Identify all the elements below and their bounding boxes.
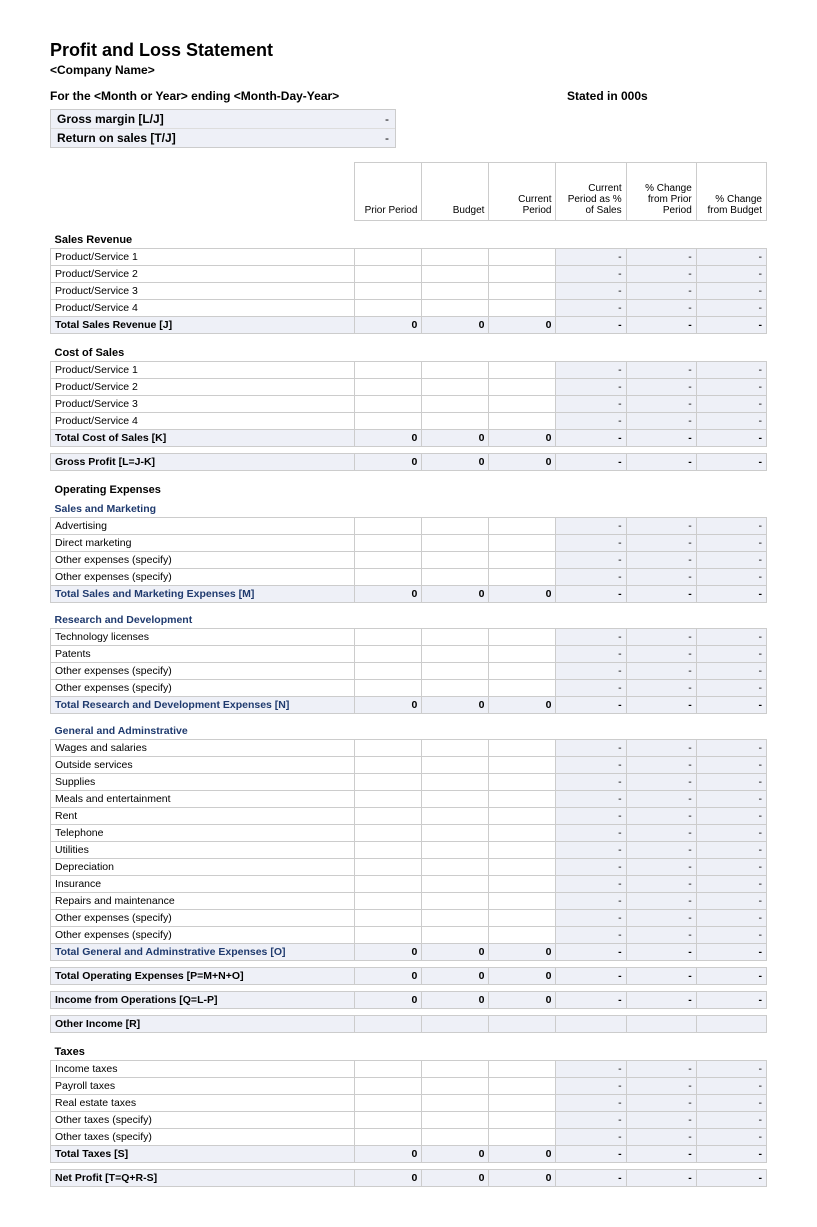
table-row: Real estate taxes--- — [51, 1095, 767, 1112]
return-on-sales-value: - — [293, 129, 395, 147]
table-row: Depreciation--- — [51, 859, 767, 876]
table-row: Product/Service 4--- — [51, 413, 767, 430]
summary-row: Income from Operations [Q=L-P]000--- — [51, 992, 767, 1009]
table-row: Other expenses (specify)--- — [51, 680, 767, 697]
period-text: For the <Month or Year> ending <Month-Da… — [50, 89, 567, 103]
table-row: Product/Service 3--- — [51, 396, 767, 413]
gross-margin-value: - — [293, 110, 395, 128]
table-row: Product/Service 1--- — [51, 249, 767, 266]
pnl-table: Prior Period Budget Current Period Curre… — [50, 162, 767, 1187]
table-row: Utilities--- — [51, 842, 767, 859]
stated-text: Stated in 000s — [567, 89, 767, 103]
summary-row: Gross Profit [L=J-K]000--- — [51, 454, 767, 471]
summary-row: Total Operating Expenses [P=M+N+O]000--- — [51, 968, 767, 985]
table-row: Other expenses (specify)--- — [51, 552, 767, 569]
return-on-sales-label: Return on sales [T/J] — [51, 129, 293, 147]
table-row: Other expenses (specify)--- — [51, 910, 767, 927]
total-row: Total Sales and Marketing Expenses [M]00… — [51, 586, 767, 603]
total-row: Total General and Adminstrative Expenses… — [51, 944, 767, 961]
summary-row: Net Profit [T=Q+R-S]000--- — [51, 1170, 767, 1187]
section-header: Taxes — [51, 1039, 767, 1061]
table-row: Other expenses (specify)--- — [51, 569, 767, 586]
table-row: Direct marketing--- — [51, 535, 767, 552]
col-pct-of-sales: Current Period as % of Sales — [556, 163, 626, 221]
section-header: General and Adminstrative — [51, 720, 767, 740]
table-row: Other expenses (specify)--- — [51, 927, 767, 944]
col-prior-period: Prior Period — [355, 163, 422, 221]
table-row: Product/Service 4--- — [51, 300, 767, 317]
table-row: Wages and salaries--- — [51, 740, 767, 757]
total-row: Total Taxes [S]000--- — [51, 1146, 767, 1163]
table-row: Product/Service 3--- — [51, 283, 767, 300]
column-headers: Prior Period Budget Current Period Curre… — [51, 163, 767, 221]
table-row: Advertising--- — [51, 518, 767, 535]
total-row: Total Research and Development Expenses … — [51, 697, 767, 714]
total-row: Total Cost of Sales [K]000--- — [51, 430, 767, 447]
table-row: Rent--- — [51, 808, 767, 825]
table-row: Other taxes (specify)--- — [51, 1112, 767, 1129]
table-row: Other expenses (specify)--- — [51, 663, 767, 680]
section-header: Sales and Marketing — [51, 498, 767, 518]
table-row: Product/Service 2--- — [51, 379, 767, 396]
table-row: Repairs and maintenance--- — [51, 893, 767, 910]
table-row: Insurance--- — [51, 876, 767, 893]
col-current-period: Current Period — [489, 163, 556, 221]
table-row: Supplies--- — [51, 774, 767, 791]
table-row: Technology licenses--- — [51, 629, 767, 646]
table-row: Patents--- — [51, 646, 767, 663]
table-row: Other taxes (specify)--- — [51, 1129, 767, 1146]
total-row: Total Sales Revenue [J]000--- — [51, 317, 767, 334]
metrics-box: Gross margin [L/J] - Return on sales [T/… — [50, 109, 396, 148]
page-title: Profit and Loss Statement — [50, 40, 767, 61]
col-pct-change-prior: % Change from Prior Period — [626, 163, 696, 221]
gross-margin-label: Gross margin [L/J] — [51, 110, 293, 128]
table-row: Income taxes--- — [51, 1061, 767, 1078]
col-budget: Budget — [422, 163, 489, 221]
section-header: Research and Development — [51, 609, 767, 629]
table-row: Product/Service 1--- — [51, 362, 767, 379]
table-row: Telephone--- — [51, 825, 767, 842]
table-row: Product/Service 2--- — [51, 266, 767, 283]
section-header: Cost of Sales — [51, 340, 767, 362]
company-name: <Company Name> — [50, 63, 767, 77]
section-header: Sales Revenue — [51, 227, 767, 249]
col-pct-change-budget: % Change from Budget — [696, 163, 766, 221]
table-row: Payroll taxes--- — [51, 1078, 767, 1095]
summary-row: Other Income [R] — [51, 1016, 767, 1033]
table-row: Meals and entertainment--- — [51, 791, 767, 808]
table-row: Outside services--- — [51, 757, 767, 774]
section-header: Operating Expenses — [51, 477, 767, 498]
